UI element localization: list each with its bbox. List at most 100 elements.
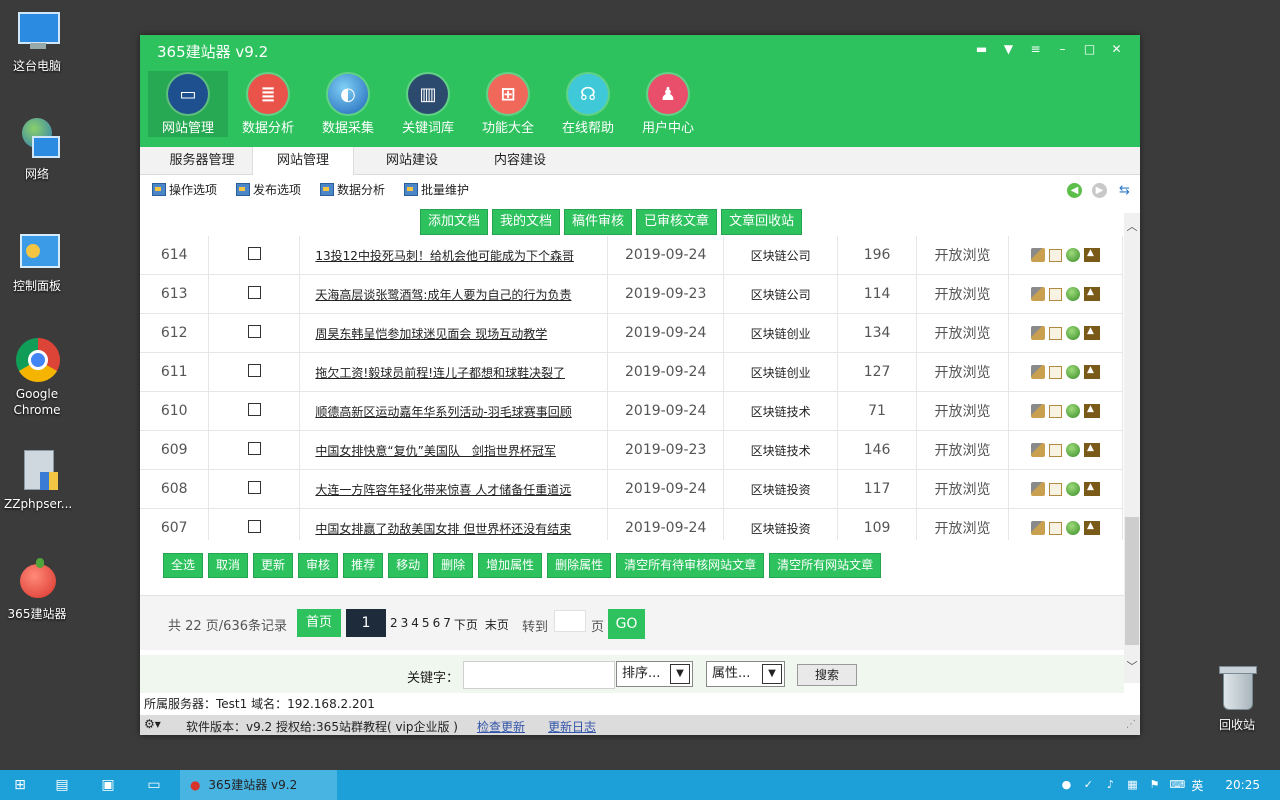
upload-icon[interactable] [1083, 326, 1100, 340]
back-arrow-icon[interactable]: ◀ [1067, 183, 1082, 198]
row-checkbox[interactable] [247, 441, 261, 455]
update-button[interactable]: 更新 [253, 553, 294, 578]
desktop-icon-control-panel[interactable]: 控制面板 [4, 230, 70, 294]
select-all-button[interactable]: 全选 [163, 553, 204, 578]
upload-icon[interactable] [1083, 443, 1100, 457]
desktop-icon-365[interactable]: 365建站器 [4, 558, 70, 622]
desktop-icon-this-pc[interactable]: 这台电脑 [4, 10, 70, 74]
nav-online-help[interactable]: ☊ 在线帮助 [548, 71, 628, 137]
tray-shield-icon[interactable]: ✓ [1081, 778, 1095, 792]
tab-content-building[interactable]: 内容建设 [470, 147, 570, 174]
tray-sound-icon[interactable]: ♪ [1103, 778, 1117, 792]
add-attribute-button[interactable]: 增加属性 [478, 553, 543, 578]
forward-arrow-icon[interactable]: ▶ [1092, 183, 1107, 198]
article-title-link[interactable]: 中国女排快意“复仇”美国队 剑指世界杯冠军 [299, 430, 609, 470]
cancel-button[interactable]: 取消 [208, 553, 249, 578]
next-page-link[interactable]: 下页 [454, 616, 478, 633]
delete-attribute-button[interactable]: 删除属性 [547, 553, 612, 578]
article-title-link[interactable]: 中国女排赢了劲敌美国女排 但世界杯还没有结束 [299, 508, 609, 540]
globe-icon[interactable] [1065, 326, 1080, 340]
row-checkbox[interactable] [247, 246, 261, 260]
delete-button[interactable]: 删除 [433, 553, 474, 578]
toolbar-publish-options[interactable]: 发布选项 [236, 181, 301, 198]
row-checkbox[interactable] [247, 402, 261, 416]
tools-icon[interactable] [1030, 404, 1045, 418]
upload-icon[interactable] [1083, 365, 1100, 379]
globe-icon[interactable] [1065, 482, 1080, 496]
tray-app-icon[interactable]: ● [1059, 778, 1073, 792]
tray-network-icon[interactable]: ▦ [1125, 778, 1139, 792]
nav-user-center[interactable]: ♟ 用户中心 [628, 71, 708, 137]
article-title-link[interactable]: 大连一方阵容年轻化带来惊喜 人才储备任重道远 [299, 469, 609, 509]
upload-icon[interactable] [1083, 248, 1100, 262]
ime-indicator[interactable]: 英 [1191, 777, 1203, 794]
upload-icon[interactable] [1083, 482, 1100, 496]
article-title-link[interactable]: 顺德高新区运动嘉年华系列活动-羽毛球赛事回顾 [299, 391, 609, 431]
row-checkbox[interactable] [247, 324, 261, 338]
scroll-down-icon[interactable]: ﹀ [1124, 659, 1140, 675]
reviewed-articles-button[interactable]: 已审核文章 [636, 209, 718, 235]
clear-pending-articles-button[interactable]: 清空所有待审核网站文章 [616, 553, 765, 578]
tools-icon[interactable] [1030, 287, 1045, 301]
tools-icon[interactable] [1030, 521, 1045, 535]
desktop-icon-recycle-bin[interactable]: 回收站 [1206, 666, 1268, 733]
tools-icon[interactable] [1030, 326, 1045, 340]
tray-flag-icon[interactable]: ⚑ [1147, 778, 1161, 792]
gear-icon[interactable]: ⚙▾ [144, 717, 170, 733]
goto-page-input[interactable] [554, 610, 586, 632]
desktop-icon-zzphpserver[interactable]: ZZphpser... [4, 448, 72, 512]
page-link[interactable]: 7 [443, 616, 451, 633]
page-link[interactable]: 3 [401, 616, 409, 633]
toolbar-batch-maintenance[interactable]: 批量维护 [404, 181, 469, 198]
upload-icon[interactable] [1083, 404, 1100, 418]
last-page-link[interactable]: 末页 [485, 616, 509, 633]
globe-icon[interactable] [1065, 521, 1080, 535]
check-update-link[interactable]: 检查更新 [477, 718, 525, 735]
row-checkbox[interactable] [247, 480, 261, 494]
tab-website-management[interactable]: 网站管理 [252, 147, 354, 175]
globe-icon[interactable] [1065, 365, 1080, 379]
edit-icon[interactable] [1048, 365, 1062, 379]
menu-icon[interactable]: ≡ [1022, 39, 1049, 59]
upload-icon[interactable] [1083, 287, 1100, 301]
minimize-icon[interactable]: – [1049, 39, 1076, 59]
row-checkbox[interactable] [247, 285, 261, 299]
taskbar-pin-computer[interactable]: ▤ [42, 770, 82, 800]
edit-icon[interactable] [1048, 287, 1062, 301]
globe-icon[interactable] [1065, 404, 1080, 418]
message-icon[interactable]: ▬ [968, 39, 995, 59]
skin-icon[interactable]: ▼ [995, 39, 1022, 59]
close-icon[interactable]: ✕ [1103, 39, 1130, 59]
clock[interactable]: 20:25 [1225, 778, 1260, 792]
review-button[interactable]: 审核 [298, 553, 339, 578]
row-checkbox[interactable] [247, 519, 261, 533]
desktop-icon-network[interactable]: 网络 [4, 118, 70, 182]
scrollbar-thumb[interactable] [1125, 517, 1139, 645]
move-button[interactable]: 移动 [388, 553, 429, 578]
nav-keyword-library[interactable]: ▥ 关键词库 [388, 71, 468, 137]
article-title-link[interactable]: 周昊东韩呈恺参加球迷见面会 现场互动教学 [299, 313, 609, 353]
my-documents-button[interactable]: 我的文档 [492, 209, 561, 235]
globe-icon[interactable] [1065, 248, 1080, 262]
page-link[interactable]: 5 [422, 616, 430, 633]
article-title-link[interactable]: 拖欠工资!毅球员前程!连儿子都想和球鞋决裂了 [299, 352, 609, 392]
vertical-scrollbar[interactable]: ︿ ﹀ [1124, 213, 1140, 683]
go-button[interactable]: GO [608, 609, 645, 639]
tray-keyboard-icon[interactable]: ⌨ [1169, 778, 1185, 792]
edit-icon[interactable] [1048, 482, 1062, 496]
maximize-icon[interactable]: □ [1076, 39, 1103, 59]
attribute-select[interactable]: 属性... ▼ [706, 661, 785, 687]
edit-icon[interactable] [1048, 443, 1062, 457]
edit-icon[interactable] [1048, 521, 1062, 535]
recommend-button[interactable]: 推荐 [343, 553, 384, 578]
page-link[interactable]: 4 [411, 616, 419, 633]
row-checkbox[interactable] [247, 363, 261, 377]
globe-icon[interactable] [1065, 287, 1080, 301]
taskbar-pin-explorer[interactable]: ▭ [134, 770, 174, 800]
nav-website-management[interactable]: ▭ 网站管理 [148, 71, 228, 137]
refresh-icon[interactable]: ⇆ [1117, 183, 1132, 198]
page-link[interactable]: 6 [433, 616, 441, 633]
edit-icon[interactable] [1048, 326, 1062, 340]
nav-data-analysis[interactable]: ≣ 数据分析 [228, 71, 308, 137]
upload-icon[interactable] [1083, 521, 1100, 535]
